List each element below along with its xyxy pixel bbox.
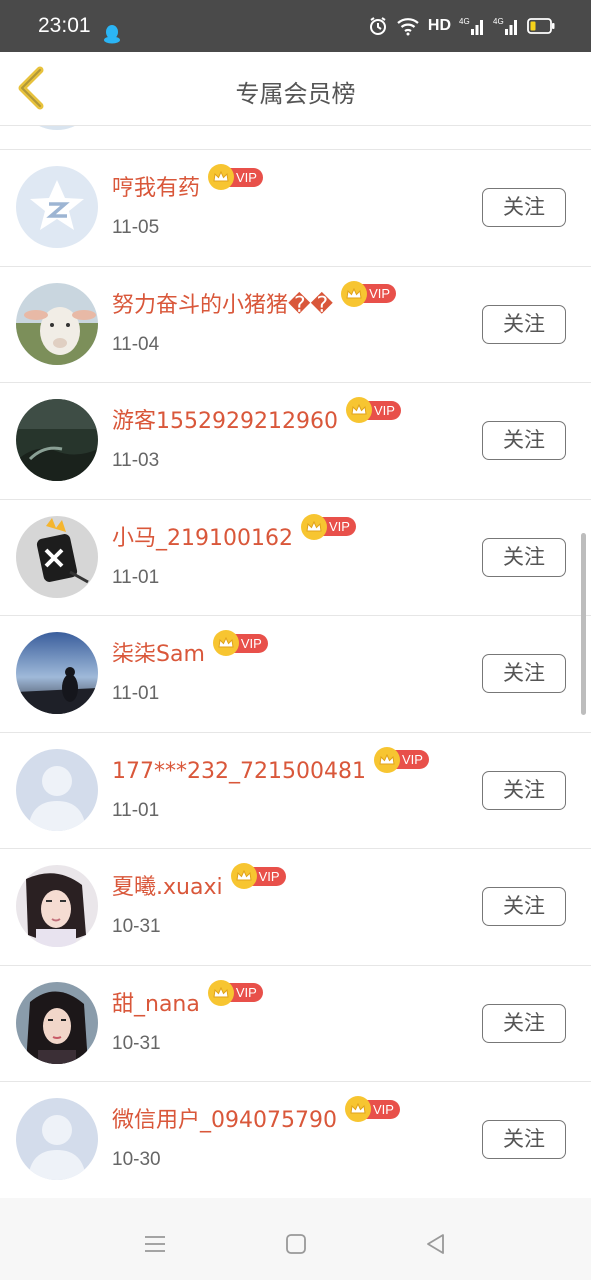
vip-badge: VIP [230,863,286,889]
vip-badge: VIP [345,397,401,423]
status-time: 23:01 [38,14,91,37]
follow-button[interactable]: 关注 [482,654,566,693]
member-name[interactable]: 游客1552929212960 [112,407,338,437]
avatar[interactable] [16,282,98,365]
follow-button[interactable]: 关注 [482,188,566,227]
qq-icon [103,24,121,44]
member-name[interactable]: 努力奋斗的小猪猪�� [112,291,333,321]
crown-icon [207,979,234,1006]
join-date: 10-31 [112,1032,161,1054]
follow-button[interactable]: 关注 [482,537,566,577]
back-triangle-icon[interactable] [424,1232,448,1256]
crown-icon [344,1096,371,1122]
avatar[interactable] [16,865,98,947]
crown-icon [208,164,235,190]
avatar [16,126,98,130]
list-item-partial [0,126,591,150]
list-item[interactable]: 哼我有药 VIP 11-05 关注 [0,150,591,267]
join-date: 10-31 [112,916,161,937]
crown-icon [341,280,368,307]
list-item[interactable]: 177***232_721500481 VIP 11-01 关注 [0,733,591,849]
crown-icon [373,746,400,773]
svg-text:4G: 4G [493,17,504,26]
page-header: 专属会员榜 [0,52,591,126]
scrollbar[interactable] [581,533,586,715]
member-name[interactable]: 甜_nana [112,990,200,1020]
join-date: 11-05 [112,217,160,238]
list-item[interactable]: 甜_nana VIP 10-31 关注 [0,966,591,1082]
join-date: 11-03 [112,450,160,471]
member-list[interactable]: 哼我有药 VIP 11-05 关注 努力奋斗的小猪猪�� VIP 11-04 关… [0,126,591,1198]
avatar[interactable] [16,748,98,831]
member-name[interactable]: 177***232_721500481 [112,757,366,787]
battery-icon [527,17,555,35]
avatar[interactable] [16,1098,98,1180]
vip-badge: VIP [344,1096,400,1122]
avatar[interactable] [16,166,98,248]
crown-icon [230,863,257,889]
list-item[interactable]: 努力奋斗的小猪猪�� VIP 11-04 关注 [0,267,591,383]
member-name[interactable]: 小马_219100162 [112,524,293,554]
list-item[interactable]: 游客1552929212960 VIP 11-03 关注 [0,383,591,500]
member-name[interactable]: 夏曦.xuaxi [112,873,223,903]
status-icons: HD 4G 4G [368,14,555,38]
join-date: 11-01 [112,566,160,588]
vip-badge: VIP [300,513,356,540]
wifi-icon [396,16,420,36]
join-date: 10-30 [112,1149,161,1170]
svg-text:4G: 4G [459,17,470,26]
list-item[interactable]: 小马_219100162 VIP 11-01 关注 [0,500,591,616]
signal-4g-icon: 4G [493,16,519,36]
list-item[interactable]: 微信用户_094075790 VIP 10-30 关注 [0,1082,591,1198]
follow-button[interactable]: 关注 [482,1120,566,1159]
crown-icon [345,397,372,423]
vip-badge: VIP [341,280,397,307]
crown-icon [212,630,239,656]
system-nav-bar [0,1198,591,1280]
vip-badge: VIP [208,164,263,190]
avatar[interactable] [16,399,98,481]
avatar[interactable] [16,632,98,714]
signal-4g-icon: 4G [459,16,485,36]
member-name[interactable]: 微信用户_094075790 [112,1106,337,1136]
member-name[interactable]: 柒柒Sam [112,640,205,670]
avatar[interactable] [16,515,98,598]
status-bar: 23:01 HD 4G 4G [0,0,591,52]
follow-button[interactable]: 关注 [482,770,566,810]
alarm-icon [368,16,388,36]
join-date: 11-01 [112,683,160,704]
list-item[interactable]: 夏曦.xuaxi VIP 10-31 关注 [0,849,591,966]
join-date: 11-01 [112,799,160,821]
follow-button[interactable]: 关注 [482,421,566,460]
vip-badge: VIP [207,979,263,1006]
vip-badge: VIP [373,746,429,773]
member-name[interactable]: 哼我有药 [112,174,200,204]
follow-button[interactable]: 关注 [482,1003,566,1043]
follow-button[interactable]: 关注 [482,887,566,926]
avatar[interactable] [16,981,98,1064]
home-square-icon[interactable] [284,1232,308,1256]
follow-button[interactable]: 关注 [482,304,566,344]
join-date: 11-04 [112,333,160,355]
list-item[interactable]: 柒柒Sam VIP 11-01 关注 [0,616,591,733]
vip-badge: VIP [212,630,268,656]
hd-label: HD [427,17,451,34]
menu-icon[interactable] [143,1232,167,1256]
crown-icon [300,513,327,540]
page-title: 专属会员榜 [235,80,356,108]
